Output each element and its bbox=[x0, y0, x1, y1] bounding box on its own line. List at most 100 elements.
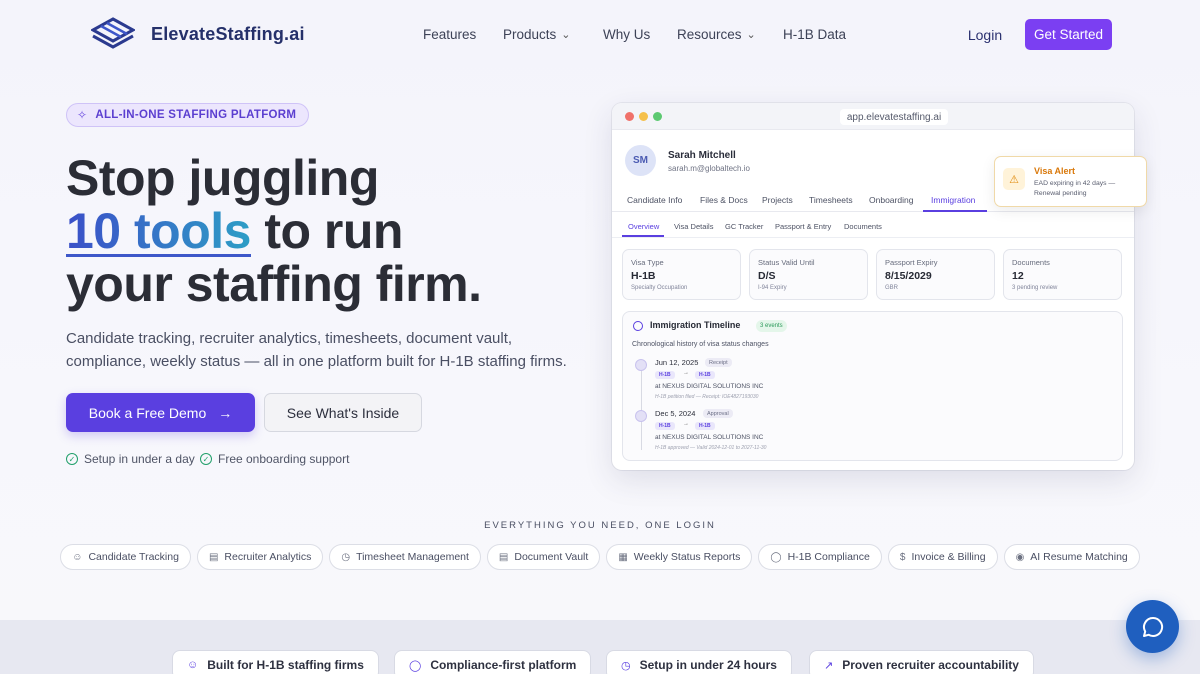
login-button[interactable]: Login bbox=[955, 21, 1015, 49]
ai-icon: ◉ bbox=[1015, 551, 1025, 563]
hero-highlight: 10 tools bbox=[66, 203, 251, 259]
pill-label: Weekly Status Reports bbox=[633, 551, 741, 563]
subtab-visa-details[interactable]: Visa Details bbox=[674, 222, 713, 231]
card-sub: Specialty Occupation bbox=[631, 285, 688, 291]
brand-name[interactable]: ElevateStaffing.ai bbox=[151, 24, 305, 45]
feature-pill-invoice-billing[interactable]: $ Invoice & Billing bbox=[887, 544, 998, 570]
nav-why-us[interactable]: Why Us bbox=[603, 27, 650, 42]
timeline-dot bbox=[635, 359, 647, 371]
hero-title-line-3: your staffing firm. bbox=[66, 256, 482, 312]
event-date: Dec 5, 2024 bbox=[655, 409, 696, 418]
nav-resources[interactable]: Resources ⌄ bbox=[677, 27, 756, 42]
pill-label: H-1B Compliance bbox=[787, 551, 870, 563]
trust-label: Proven recruiter accountability bbox=[842, 658, 1019, 672]
tab-projects[interactable]: Projects bbox=[762, 195, 793, 205]
alert-text: EAD expiring in 42 days — Renewal pendin… bbox=[1034, 180, 1116, 197]
maximize-dot-icon bbox=[653, 112, 662, 121]
chat-button[interactable] bbox=[1126, 600, 1179, 653]
trust-pill: ◷ Setup in under 24 hours bbox=[606, 650, 792, 674]
feature-pill-document-vault[interactable]: ▤ Document Vault bbox=[486, 544, 601, 570]
nav-products[interactable]: Products ⌄ bbox=[503, 27, 571, 42]
feature-pills: ☺ Candidate Tracking ▤ Recruiter Analytics… bbox=[0, 544, 1200, 570]
warning-icon: ⚠ bbox=[1003, 168, 1025, 190]
stat-card-documents: Documents 12 3 pending review bbox=[1003, 249, 1122, 300]
card-value: 8/15/2029 bbox=[885, 270, 932, 282]
shield-icon: ◯ bbox=[770, 551, 782, 563]
trust-label: Setup in under 24 hours bbox=[639, 658, 777, 672]
subtab-passport-entry[interactable]: Passport & Entry bbox=[775, 222, 831, 231]
check-circle-icon: ✓ bbox=[200, 453, 212, 465]
hero-title-rest: to run bbox=[250, 203, 403, 259]
event-note: H-1B approved — Valid 2024-12-01 to 2027… bbox=[655, 445, 767, 451]
nav-label: Features bbox=[423, 27, 477, 42]
visa-alert-toast[interactable]: ⚠ Visa Alert EAD expiring in 42 days — R… bbox=[994, 156, 1147, 207]
card-label: Passport Expiry bbox=[885, 258, 938, 267]
subtab-overview[interactable]: Overview bbox=[628, 222, 659, 231]
card-sub: I-94 Expiry bbox=[758, 285, 787, 291]
tab-onboarding[interactable]: Onboarding bbox=[869, 195, 913, 205]
card-value: H-1B bbox=[631, 270, 656, 282]
nav-h1b-data[interactable]: H-1B Data bbox=[783, 27, 846, 42]
feature-pill-recruiter-analytics[interactable]: ▤ Recruiter Analytics bbox=[196, 544, 324, 570]
see-inside-button[interactable]: See What's Inside bbox=[264, 393, 422, 432]
check-label: Free onboarding support bbox=[218, 452, 350, 466]
clock-icon: ◷ bbox=[341, 551, 351, 563]
chat-icon bbox=[1142, 616, 1163, 637]
feature-pill-candidate-tracking[interactable]: ☺ Candidate Tracking bbox=[60, 544, 191, 570]
book-demo-button[interactable]: Book a Free Demo → bbox=[66, 393, 255, 432]
hero-title-line-1: Stop juggling bbox=[66, 150, 379, 206]
visa-from-badge: H-1B bbox=[655, 422, 675, 430]
nav-label: Products bbox=[503, 27, 557, 42]
tab-immigration[interactable]: Immigration bbox=[931, 195, 975, 205]
timeline-dot bbox=[635, 410, 647, 422]
nav-label: H-1B Data bbox=[783, 27, 847, 42]
active-tab-indicator bbox=[923, 210, 987, 212]
check-item: ✓ Setup in under a day bbox=[66, 452, 195, 466]
nav-features[interactable]: Features bbox=[423, 27, 476, 42]
tab-files-docs[interactable]: Files & Docs bbox=[700, 195, 748, 205]
stat-card-passport-expiry: Passport Expiry 8/15/2029 GBR bbox=[876, 249, 995, 300]
timeline-description: Chronological history of visa status cha… bbox=[632, 341, 769, 348]
feature-pill-h1b-compliance[interactable]: ◯ H-1B Compliance bbox=[758, 544, 882, 570]
hero-title-line-2: 10 tools to run bbox=[66, 206, 403, 256]
subtab-gc-tracker[interactable]: GC Tracker bbox=[725, 222, 763, 231]
event-company: at NEXUS DIGITAL SOLUTIONS INC bbox=[655, 434, 764, 441]
feature-pill-weekly-status[interactable]: ▦ Weekly Status Reports bbox=[606, 544, 753, 570]
pill-label: Timesheet Management bbox=[356, 551, 469, 563]
stat-card-status-valid: Status Valid Until D/S I-94 Expiry bbox=[749, 249, 868, 300]
trust-pill: ☺ Built for H-1B staffing firms bbox=[172, 650, 379, 674]
event-note: H-1B petition filed — Receipt: IOE482719… bbox=[655, 394, 759, 400]
feature-pill-ai-resume[interactable]: ◉ AI Resume Matching bbox=[1003, 544, 1140, 570]
event-type-badge: Approval bbox=[703, 409, 733, 418]
pill-label: Document Vault bbox=[514, 551, 589, 563]
card-value: 12 bbox=[1012, 270, 1024, 282]
pill-label: Recruiter Analytics bbox=[224, 551, 312, 563]
profile-name: Sarah Mitchell bbox=[668, 150, 736, 161]
tab-timesheets[interactable]: Timesheets bbox=[809, 195, 853, 205]
get-started-button[interactable]: Get Started bbox=[1025, 19, 1112, 50]
shield-icon: ◯ bbox=[409, 659, 422, 672]
badge-label: ALL-IN-ONE STAFFING PLATFORM bbox=[95, 109, 297, 121]
sparkle-icon: ✧ bbox=[77, 108, 88, 122]
logo-icon[interactable] bbox=[91, 17, 135, 51]
stat-card-visa-type: Visa Type H-1B Specialty Occupation bbox=[622, 249, 741, 300]
hero-subtitle: Candidate tracking, recruiter analytics,… bbox=[66, 330, 567, 370]
card-label: Visa Type bbox=[631, 258, 664, 267]
subtab-documents[interactable]: Documents bbox=[844, 222, 882, 231]
event-date: Jun 12, 2025 bbox=[655, 358, 699, 367]
avatar: SM bbox=[625, 145, 656, 176]
trust-pill: ◯ Compliance-first platform bbox=[394, 650, 592, 674]
event-company: at NEXUS DIGITAL SOLUTIONS INC bbox=[655, 383, 764, 390]
close-dot-icon bbox=[625, 112, 634, 121]
pill-label: Invoice & Billing bbox=[911, 551, 986, 563]
trust-pill: ↗ Proven recruiter accountability bbox=[809, 650, 1034, 674]
feature-pill-timesheet[interactable]: ◷ Timesheet Management bbox=[329, 544, 481, 570]
features-heading: EVERYTHING YOU NEED, ONE LOGIN bbox=[484, 520, 716, 531]
url-bar: app.elevatestaffing.ai bbox=[840, 109, 948, 125]
tab-candidate-info[interactable]: Candidate Info bbox=[627, 195, 682, 205]
card-label: Documents bbox=[1012, 258, 1050, 267]
arrow-right-icon: → bbox=[683, 421, 689, 427]
pill-label: Candidate Tracking bbox=[88, 551, 179, 563]
minimize-dot-icon bbox=[639, 112, 648, 121]
nav-label: Resources bbox=[677, 27, 742, 42]
